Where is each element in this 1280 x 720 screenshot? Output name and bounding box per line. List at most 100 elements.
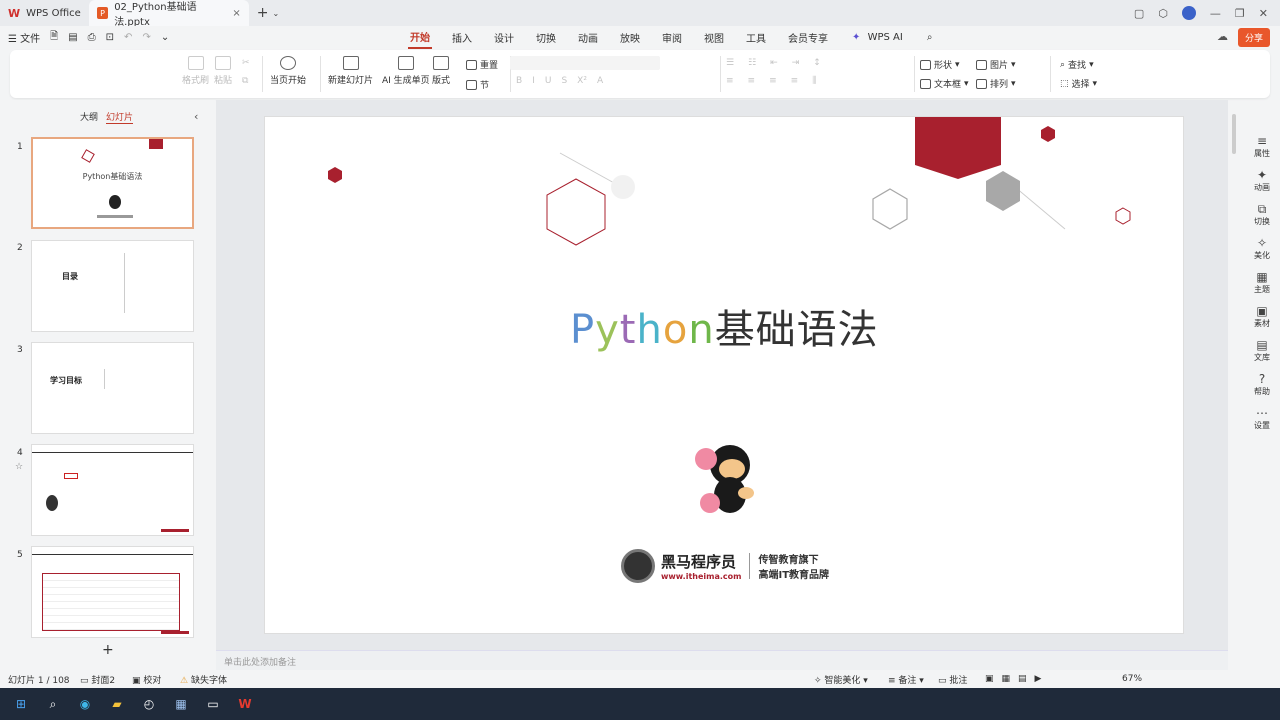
bold-icon[interactable]: B bbox=[516, 76, 522, 86]
notes-input[interactable]: 单击此处添加备注 bbox=[216, 650, 1228, 670]
outdent-icon[interactable]: ⇥ bbox=[792, 58, 800, 68]
file-explorer-icon[interactable]: ▰ bbox=[108, 695, 126, 713]
calculator-icon[interactable]: ▦ bbox=[172, 695, 190, 713]
reset-button[interactable]: 重置 bbox=[466, 58, 498, 71]
avatar[interactable] bbox=[1181, 6, 1196, 20]
search-icon[interactable]: ⌕ bbox=[925, 29, 935, 46]
tab-outline[interactable]: 大纲 bbox=[80, 110, 98, 124]
cut-icon[interactable]: ✂ bbox=[242, 58, 250, 68]
tab-wps-office[interactable]: W WPS Office bbox=[0, 0, 89, 26]
slide-canvas[interactable]: Python基础语法 黑马程序员 www.itheima.com 传智教育旗下 … bbox=[264, 116, 1184, 634]
ai-single-page-button[interactable]: AI 生成单页 bbox=[382, 56, 430, 86]
slide-thumb-2[interactable]: 目录 bbox=[31, 240, 194, 332]
slide-thumb-4[interactable] bbox=[31, 444, 194, 536]
terminal-icon[interactable]: ▭ bbox=[204, 695, 222, 713]
copy-icon[interactable]: ⧉ bbox=[242, 76, 248, 86]
view-mode-buttons[interactable]: ▣▦▤▶ bbox=[985, 674, 1049, 684]
help-button[interactable]: ? 帮助 bbox=[1244, 368, 1280, 402]
file-menu[interactable]: ☰ 文件 bbox=[8, 30, 40, 45]
line-spacing-icon[interactable]: ↕ bbox=[813, 58, 821, 68]
tab-slides[interactable]: 幻灯片 bbox=[106, 110, 134, 124]
cube-icon[interactable]: ⬡ bbox=[1158, 7, 1168, 20]
tab-insert[interactable]: 插入 bbox=[450, 27, 474, 48]
strike-icon[interactable]: S bbox=[561, 76, 567, 86]
search-icon[interactable]: ⌕ bbox=[44, 695, 62, 713]
preview-icon[interactable]: ⊡ bbox=[106, 32, 114, 43]
tab-review[interactable]: 审阅 bbox=[660, 27, 684, 48]
chevron-down-icon[interactable]: ⌄ bbox=[273, 9, 280, 18]
arrange-button[interactable]: 排列 ▾ bbox=[976, 77, 1016, 90]
materials-button[interactable]: ▣ 素材 bbox=[1244, 300, 1280, 334]
beautify-button[interactable]: ✧ 美化 bbox=[1244, 232, 1280, 266]
paste-button[interactable]: 粘贴 bbox=[214, 56, 232, 86]
tab-member[interactable]: 会员专享 bbox=[786, 27, 830, 48]
print-icon[interactable]: ⎙ bbox=[88, 32, 96, 43]
restore-button[interactable]: ❐ bbox=[1235, 7, 1245, 20]
section-button[interactable]: 节 bbox=[466, 78, 489, 91]
collapse-panel-icon[interactable]: ‹ bbox=[194, 110, 198, 123]
align-left-icon[interactable]: ≡ bbox=[726, 76, 734, 86]
save-icon[interactable]: 🗎 bbox=[50, 29, 58, 46]
tab-slideshow[interactable]: 放映 bbox=[618, 27, 642, 48]
tab-document[interactable]: P 02_Python基础语法.pptx × bbox=[88, 0, 249, 28]
redo-icon[interactable]: ↷ bbox=[142, 32, 150, 43]
tab-animation[interactable]: 动画 bbox=[576, 27, 600, 48]
font-family-select[interactable] bbox=[510, 56, 660, 70]
play-from-current-button[interactable]: 当页开始 bbox=[270, 56, 306, 86]
settings-button[interactable]: ⋯ 设置 bbox=[1244, 402, 1280, 436]
align-right-icon[interactable]: ≡ bbox=[769, 76, 777, 86]
select-button[interactable]: ⬚ 选择 ▾ bbox=[1060, 77, 1097, 91]
shape-button[interactable]: 形状 ▾ bbox=[920, 58, 960, 71]
columns-icon[interactable]: ⫼ bbox=[812, 76, 816, 86]
picture-button[interactable]: 图片 ▾ bbox=[976, 58, 1016, 71]
slide-thumb-1[interactable]: Python基础语法 bbox=[31, 137, 194, 229]
share-button[interactable]: 分享 bbox=[1237, 28, 1270, 47]
tab-transition[interactable]: 切换 bbox=[534, 27, 558, 48]
cloud-icon[interactable]: ☁ bbox=[1217, 30, 1228, 43]
slide-thumb-5[interactable] bbox=[31, 546, 194, 638]
add-slide-button[interactable]: + bbox=[102, 642, 114, 658]
smart-beautify-button[interactable]: ✧ 智能美化 ▾ bbox=[814, 673, 868, 686]
theme-button[interactable]: ▦ 主题 bbox=[1244, 266, 1280, 300]
layout-button[interactable]: 版式 bbox=[432, 56, 450, 86]
wps-taskbar-icon[interactable]: W bbox=[236, 695, 254, 713]
comments-toggle[interactable]: ▭ 批注 bbox=[938, 673, 967, 686]
font-color-icon[interactable]: A bbox=[597, 76, 603, 86]
tab-design[interactable]: 设计 bbox=[492, 27, 516, 48]
slide-thumb-3[interactable]: 学习目标 bbox=[31, 342, 194, 434]
justify-icon[interactable]: ≡ bbox=[791, 76, 799, 86]
minimize-button[interactable]: — bbox=[1210, 7, 1221, 20]
numbering-icon[interactable]: ☷ bbox=[748, 58, 756, 68]
windows-start-icon[interactable]: ⊞ bbox=[12, 695, 30, 713]
slide-title[interactable]: Python基础语法 bbox=[570, 297, 879, 355]
library-button[interactable]: ▤ 文库 bbox=[1244, 334, 1280, 368]
bullets-icon[interactable]: ☰ bbox=[726, 58, 734, 68]
close-window-button[interactable]: ✕ bbox=[1259, 7, 1268, 20]
tab-home[interactable]: 开始 bbox=[408, 26, 432, 49]
scrollbar-thumb[interactable] bbox=[1232, 114, 1236, 154]
tablet-icon[interactable]: ▢ bbox=[1134, 7, 1144, 20]
undo-icon[interactable]: ↶ bbox=[124, 32, 132, 43]
textbox-button[interactable]: 文本框 ▾ bbox=[920, 77, 969, 90]
animation-button[interactable]: ✦ 动画 bbox=[1244, 164, 1280, 198]
align-center-icon[interactable]: ≡ bbox=[748, 76, 756, 86]
proof-status[interactable]: ▣ 校对 bbox=[132, 673, 161, 686]
vertical-scrollbar[interactable] bbox=[1232, 110, 1238, 640]
edge-browser-icon[interactable]: ◉ bbox=[76, 695, 94, 713]
find-button[interactable]: ⌕ 查找 ▾ bbox=[1060, 58, 1094, 72]
format-painter-button[interactable]: 格式刷 bbox=[182, 56, 209, 86]
export-icon[interactable]: ▤ bbox=[68, 32, 77, 43]
zoom-level[interactable]: 67% bbox=[1122, 674, 1142, 684]
italic-icon[interactable]: I bbox=[532, 76, 535, 86]
notes-toggle[interactable]: ≡ 备注 ▾ bbox=[888, 673, 924, 686]
tab-view[interactable]: 视图 bbox=[702, 27, 726, 48]
missing-font-status[interactable]: ⚠ 缺失字体 bbox=[180, 673, 227, 686]
new-tab-button[interactable]: + bbox=[257, 5, 269, 21]
underline-icon[interactable]: U bbox=[545, 76, 552, 86]
new-slide-button[interactable]: 新建幻灯片 bbox=[328, 56, 373, 86]
star-icon[interactable]: ☆ bbox=[15, 462, 23, 472]
superscript-icon[interactable]: X² bbox=[577, 76, 587, 86]
more-chevron-icon[interactable]: ⌄ bbox=[161, 32, 169, 43]
tab-tools[interactable]: 工具 bbox=[744, 27, 768, 48]
properties-button[interactable]: ≡ 属性 bbox=[1244, 130, 1280, 164]
